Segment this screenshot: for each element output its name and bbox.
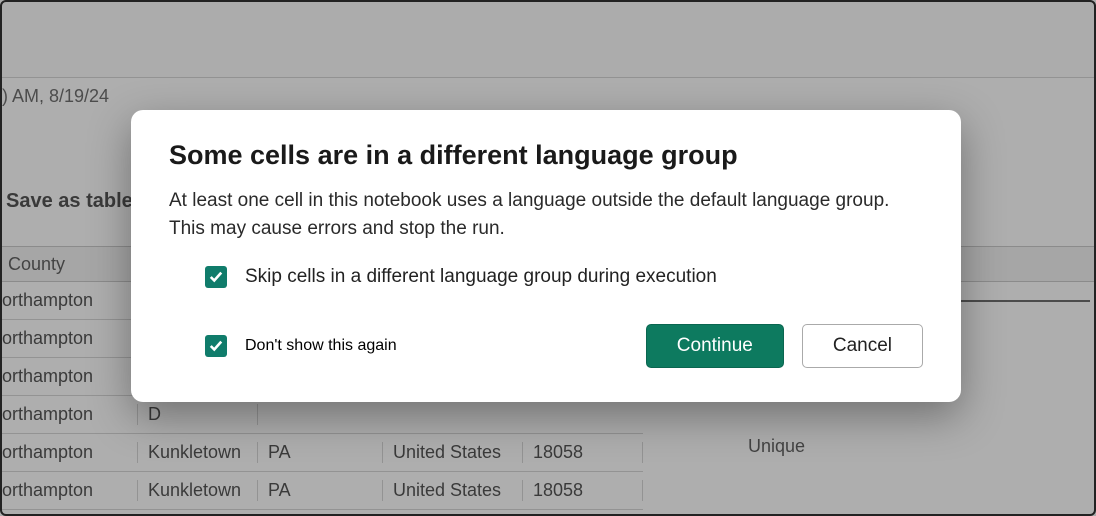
continue-button[interactable]: Continue [646,324,784,368]
dialog-title: Some cells are in a different language g… [169,140,923,171]
checkbox-checked-icon[interactable] [205,335,227,357]
skip-cells-label: Skip cells in a different language group… [245,266,717,288]
language-group-dialog: Some cells are in a different language g… [131,110,961,402]
dont-show-again-label: Don't show this again [245,337,397,355]
checkbox-checked-icon[interactable] [205,266,227,288]
skip-cells-option[interactable]: Skip cells in a different language group… [205,266,923,288]
dialog-body: At least one cell in this notebook uses … [169,187,923,242]
cancel-button[interactable]: Cancel [802,324,923,368]
